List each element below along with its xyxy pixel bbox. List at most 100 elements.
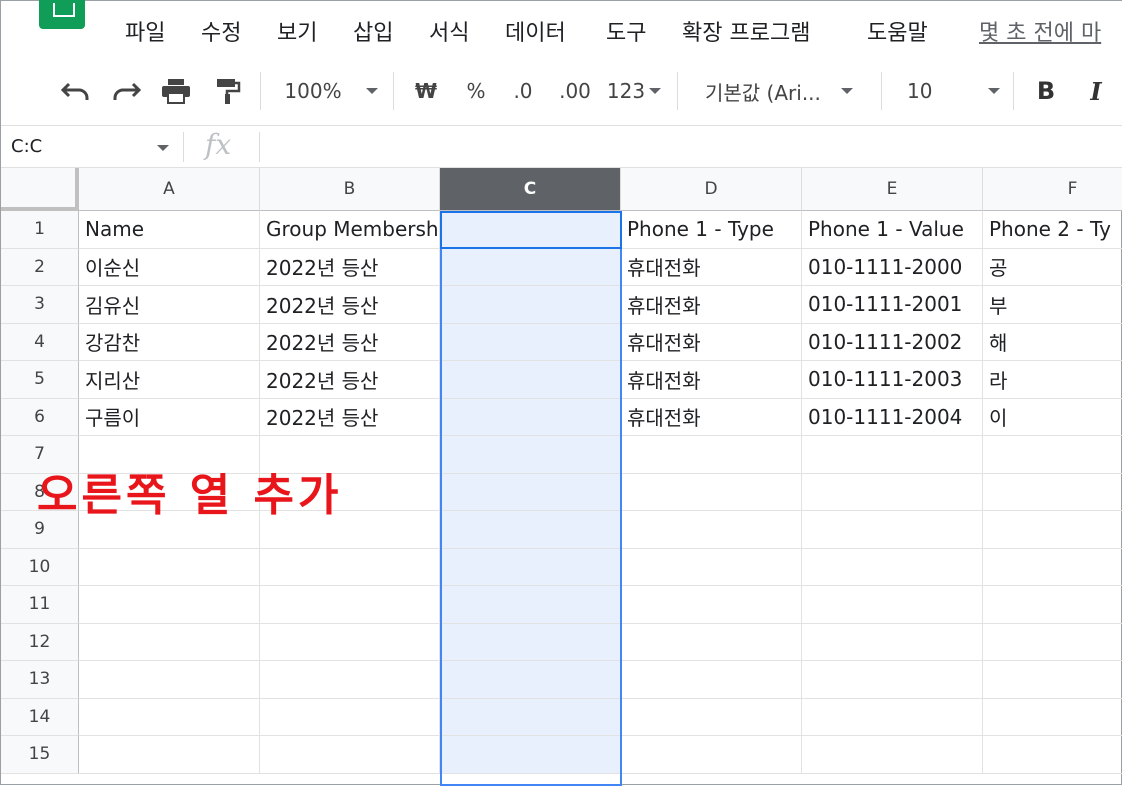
cell-d14[interactable] bbox=[621, 698, 802, 736]
cell-b6[interactable]: 2022년 등산 bbox=[260, 398, 440, 436]
chevron-down-icon[interactable] bbox=[157, 145, 169, 151]
cell-f1[interactable]: Phone 2 - Ty bbox=[983, 211, 1122, 249]
cell-c6[interactable] bbox=[440, 398, 621, 436]
cell-a4[interactable]: 강감찬 bbox=[79, 323, 260, 361]
cell-e12[interactable] bbox=[802, 623, 983, 661]
cell-e8[interactable] bbox=[802, 473, 983, 511]
cell-c5[interactable] bbox=[440, 361, 621, 399]
cell-c13[interactable] bbox=[440, 661, 621, 699]
cell-c1[interactable] bbox=[440, 211, 621, 249]
cell-d15[interactable] bbox=[621, 736, 802, 774]
name-box[interactable]: C:C bbox=[11, 136, 42, 157]
cell-a12[interactable] bbox=[79, 623, 260, 661]
row-header[interactable]: 2 bbox=[1, 248, 79, 286]
cell-c7[interactable] bbox=[440, 436, 621, 474]
menu-tools[interactable]: 도구 bbox=[606, 15, 646, 47]
cell-f8[interactable] bbox=[983, 474, 1122, 511]
cell-f2[interactable]: 공 bbox=[983, 249, 1122, 286]
menu-insert[interactable]: 삽입 bbox=[353, 15, 393, 47]
row-header[interactable]: 14 bbox=[1, 698, 79, 736]
more-formats-button[interactable]: 123 bbox=[605, 74, 663, 108]
cell-b5[interactable]: 2022년 등산 bbox=[260, 361, 440, 399]
row-header[interactable]: 11 bbox=[1, 586, 79, 624]
cell-c3[interactable] bbox=[440, 286, 621, 324]
cell-d8[interactable] bbox=[621, 473, 802, 511]
cell-e3[interactable]: 010-1111-2001 bbox=[802, 286, 983, 324]
cell-e11[interactable] bbox=[802, 586, 983, 624]
column-header-d[interactable]: D bbox=[621, 168, 802, 211]
redo-button[interactable] bbox=[109, 74, 143, 108]
cell-b13[interactable] bbox=[260, 661, 440, 699]
cell-b15[interactable] bbox=[260, 736, 440, 774]
cell-f3[interactable]: 부 bbox=[983, 286, 1122, 324]
cell-b1[interactable]: Group Membership bbox=[260, 211, 457, 249]
cell-c11[interactable] bbox=[440, 586, 621, 624]
cell-d7[interactable] bbox=[621, 436, 802, 474]
cell-e10[interactable] bbox=[802, 548, 983, 586]
cell-f10[interactable] bbox=[983, 549, 1122, 586]
font-select[interactable]: 기본값 (Ari... bbox=[705, 74, 867, 108]
cell-e7[interactable] bbox=[802, 436, 983, 474]
cell-f12[interactable] bbox=[983, 624, 1122, 661]
row-header[interactable]: 10 bbox=[1, 548, 79, 586]
cell-b14[interactable] bbox=[260, 698, 440, 736]
cell-e6[interactable]: 010-1111-2004 bbox=[802, 398, 983, 436]
cell-c10[interactable] bbox=[440, 548, 621, 586]
cell-f11[interactable] bbox=[983, 586, 1122, 624]
cell-b12[interactable] bbox=[260, 623, 440, 661]
cell-c14[interactable] bbox=[440, 698, 621, 736]
cell-d5[interactable]: 휴대전화 bbox=[621, 361, 802, 399]
menu-view[interactable]: 보기 bbox=[277, 15, 317, 47]
cell-e14[interactable] bbox=[802, 698, 983, 736]
sheets-logo-icon[interactable] bbox=[39, 0, 85, 29]
menu-file[interactable]: 파일 bbox=[125, 15, 165, 47]
menu-edit[interactable]: 수정 bbox=[201, 15, 241, 47]
cell-e9[interactable] bbox=[802, 511, 983, 549]
column-header-b[interactable]: B bbox=[260, 168, 440, 211]
cell-d13[interactable] bbox=[621, 661, 802, 699]
cell-c15[interactable] bbox=[440, 736, 621, 774]
menu-format[interactable]: 서식 bbox=[429, 15, 469, 47]
zoom-select[interactable]: 100% bbox=[283, 74, 379, 108]
cell-f14[interactable] bbox=[983, 699, 1122, 736]
row-header[interactable]: 3 bbox=[1, 286, 79, 324]
print-button[interactable] bbox=[159, 74, 193, 108]
row-header[interactable]: 13 bbox=[1, 661, 79, 699]
paint-format-button[interactable] bbox=[211, 74, 245, 108]
cell-d1[interactable]: Phone 1 - Type bbox=[621, 211, 802, 249]
cell-d12[interactable] bbox=[621, 623, 802, 661]
cell-e15[interactable] bbox=[802, 736, 983, 774]
cell-c2[interactable] bbox=[440, 248, 621, 286]
cell-c9[interactable] bbox=[440, 511, 621, 549]
cell-d11[interactable] bbox=[621, 586, 802, 624]
cell-b11[interactable] bbox=[260, 586, 440, 624]
cell-a6[interactable]: 구름이 bbox=[79, 398, 260, 436]
cell-b3[interactable]: 2022년 등산 bbox=[260, 286, 440, 324]
cell-a13[interactable] bbox=[79, 661, 260, 699]
cell-f6[interactable]: 이 bbox=[983, 399, 1122, 436]
cell-c4[interactable] bbox=[440, 323, 621, 361]
column-header-f[interactable]: F bbox=[983, 168, 1122, 211]
cell-d4[interactable]: 휴대전화 bbox=[621, 323, 802, 361]
cell-e1[interactable]: Phone 1 - Value bbox=[802, 211, 983, 249]
bold-button[interactable]: B bbox=[1029, 74, 1063, 108]
cell-a14[interactable] bbox=[79, 698, 260, 736]
cell-a2[interactable]: 이순신 bbox=[79, 248, 260, 286]
column-header-e[interactable]: E bbox=[802, 168, 983, 211]
cell-d6[interactable]: 휴대전화 bbox=[621, 398, 802, 436]
cell-f4[interactable]: 해 bbox=[983, 324, 1122, 361]
cell-a15[interactable] bbox=[79, 736, 260, 774]
row-header[interactable]: 6 bbox=[1, 398, 79, 436]
row-header[interactable]: 4 bbox=[1, 323, 79, 361]
decrease-decimal-button[interactable]: .0 bbox=[503, 74, 543, 108]
row-header[interactable]: 12 bbox=[1, 623, 79, 661]
cell-e5[interactable]: 010-1111-2003 bbox=[802, 361, 983, 399]
menu-help[interactable]: 도움말 bbox=[867, 15, 928, 47]
row-header[interactable]: 1 bbox=[1, 211, 79, 249]
row-header[interactable]: 5 bbox=[1, 361, 79, 399]
cell-d9[interactable] bbox=[621, 511, 802, 549]
undo-button[interactable] bbox=[59, 74, 93, 108]
font-size-select[interactable]: 10 bbox=[907, 74, 1001, 108]
cell-b4[interactable]: 2022년 등산 bbox=[260, 323, 440, 361]
menu-extensions[interactable]: 확장 프로그램 bbox=[682, 15, 810, 47]
